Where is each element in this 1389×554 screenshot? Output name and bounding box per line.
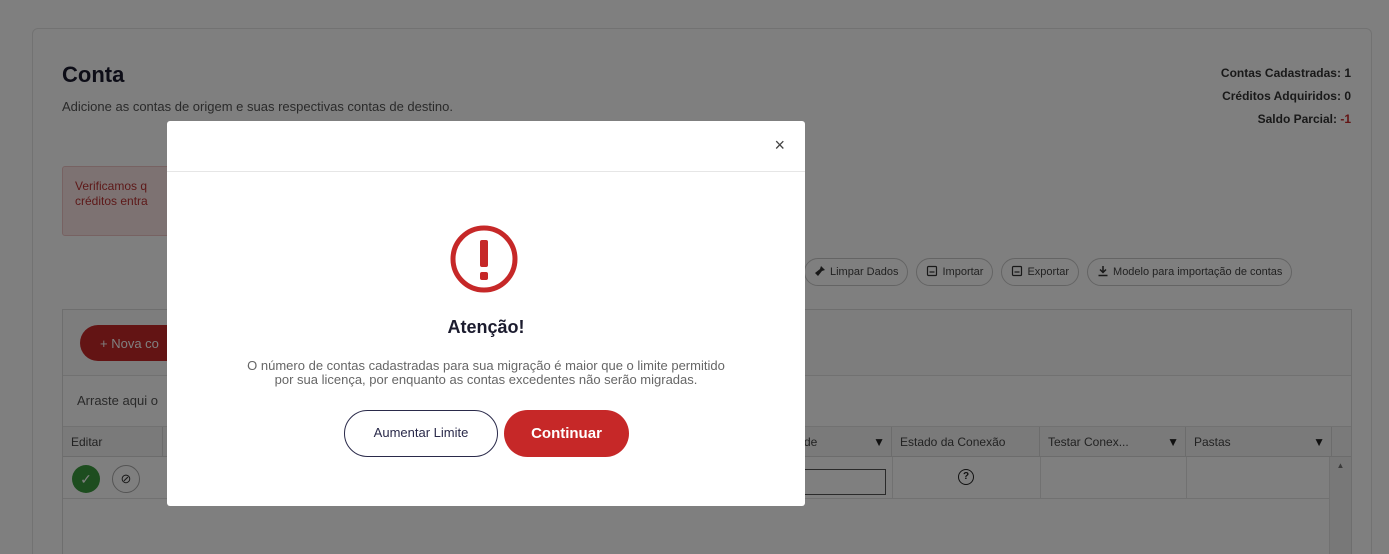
- dialog-message-line: por sua licença, por enquanto as contas …: [274, 372, 698, 387]
- increase-limit-button[interactable]: Aumentar Limite: [344, 410, 498, 457]
- continue-button[interactable]: Continuar: [504, 410, 629, 457]
- dialog-header: ×: [167, 121, 805, 172]
- dialog-message: O número de contas cadastradas para sua …: [207, 359, 765, 387]
- warning-dialog: × Atenção! O número de contas cadastrada…: [167, 121, 805, 506]
- warning-icon: [450, 225, 518, 293]
- dialog-message-line: O número de contas cadastradas para sua …: [247, 358, 725, 373]
- close-icon[interactable]: ×: [774, 135, 785, 156]
- dialog-title: Atenção!: [447, 317, 525, 337]
